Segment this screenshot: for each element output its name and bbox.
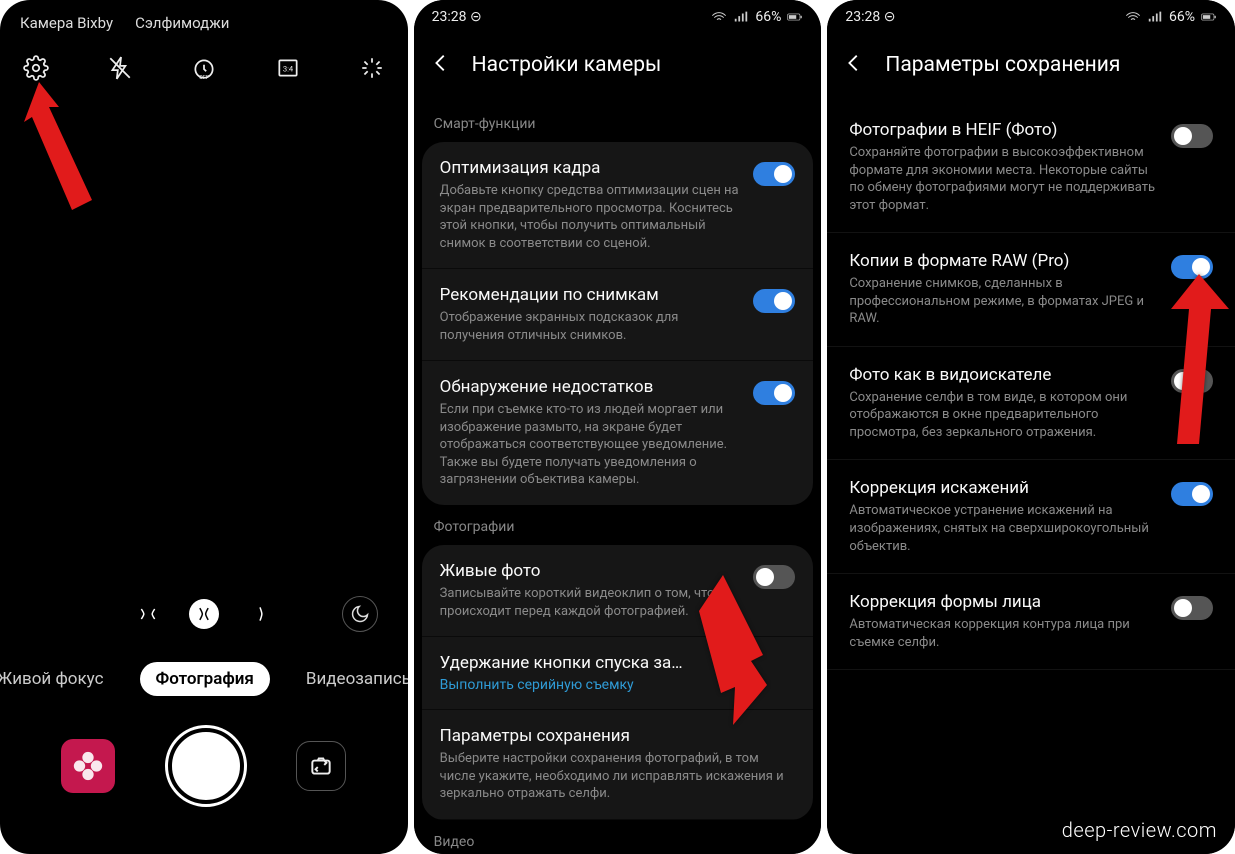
setting-save-options[interactable]: Параметры сохранения Выберите настройки … <box>422 710 814 820</box>
setting-face-shape-correction[interactable]: Коррекция формы лица Автоматическая корр… <box>827 574 1235 670</box>
battery-icon <box>787 10 803 24</box>
toggle-distortion[interactable] <box>1171 482 1213 506</box>
toggle-flaw-detection[interactable] <box>753 381 795 405</box>
flash-off-icon[interactable] <box>106 54 134 82</box>
toggle-shot-suggestions[interactable] <box>753 289 795 313</box>
mode-video[interactable]: Видеозапись <box>290 662 408 696</box>
page-title: Параметры сохранения <box>885 53 1120 77</box>
toggle-raw[interactable] <box>1171 255 1213 279</box>
camera-settings-screen: 23:28 ⊝ 66% Настройки камеры Смарт-функц… <box>414 0 822 854</box>
toggle-motion-photos[interactable] <box>753 565 795 589</box>
wifi-icon <box>711 10 727 24</box>
night-mode-button[interactable] <box>342 596 378 632</box>
signal-icon <box>733 10 749 24</box>
setting-scene-optimizer[interactable]: Оптимизация кадра Добавьте кнопку средст… <box>422 142 814 269</box>
section-photos: Фотографии <box>414 505 822 545</box>
section-smart-functions: Смарт-функции <box>414 102 822 142</box>
shutter-button[interactable] <box>168 728 244 804</box>
setting-raw-copies[interactable]: Копии в формате RAW (Pro) Сохранение сни… <box>827 233 1235 347</box>
camera-screen: Камера Bixby Сэлфимоджи OFF 3:4 <box>0 0 408 854</box>
gallery-thumbnail[interactable] <box>61 739 115 793</box>
toggle-as-previewed[interactable] <box>1171 369 1213 393</box>
status-bar: 23:28 ⊝ 66% <box>827 0 1235 34</box>
setting-distortion-correction[interactable]: Коррекция искажений Автоматическое устра… <box>827 460 1235 574</box>
setting-hold-shutter[interactable]: Удержание кнопки спуска за… Выполнить се… <box>422 637 814 710</box>
status-time: 23:28 ⊝ <box>432 9 482 25</box>
setting-motion-photos[interactable]: Живые фото Записывайте короткий видеокли… <box>422 545 814 637</box>
setting-heif-photos[interactable]: Фотографии в HEIF (Фото) Сохраняйте фото… <box>827 102 1235 233</box>
tab-selfiemoji[interactable]: Сэлфимоджи <box>135 14 229 32</box>
zoom-ultrawide-button[interactable] <box>133 599 163 629</box>
section-video: Видео <box>414 820 822 854</box>
battery-text: 66% <box>1169 9 1195 25</box>
battery-icon <box>1201 10 1217 24</box>
setting-flaw-detection[interactable]: Обнаружение недостатков Если при съемке … <box>422 361 814 505</box>
toggle-heif[interactable] <box>1171 124 1213 148</box>
zoom-wide-button[interactable] <box>189 599 219 629</box>
back-button[interactable] <box>843 52 865 78</box>
page-title: Настройки камеры <box>472 53 662 77</box>
status-time: 23:28 ⊝ <box>845 9 895 25</box>
tab-camera-bixby[interactable]: Камера Bixby <box>20 14 113 32</box>
setting-as-previewed[interactable]: Фото как в видоискателе Сохранение селфи… <box>827 347 1235 461</box>
mode-photo[interactable]: Фотография <box>140 662 270 696</box>
timer-off-icon[interactable]: OFF <box>190 54 218 82</box>
back-button[interactable] <box>430 52 452 78</box>
zoom-tele-button[interactable] <box>245 599 275 629</box>
toggle-scene-optimizer[interactable] <box>753 162 795 186</box>
battery-text: 66% <box>755 9 781 25</box>
red-arrow-annotation <box>24 82 114 226</box>
settings-gear-icon[interactable] <box>22 54 50 82</box>
save-options-screen: 23:28 ⊝ 66% Параметры сохранения Фотогра… <box>827 0 1235 854</box>
toggle-face-shape[interactable] <box>1171 596 1213 620</box>
setting-shot-suggestions[interactable]: Рекомендации по снимкам Отображение экра… <box>422 269 814 361</box>
svg-text:OFF: OFF <box>199 75 209 81</box>
aspect-ratio-icon[interactable]: 3:4 <box>274 54 302 82</box>
switch-camera-button[interactable] <box>296 741 346 791</box>
wifi-icon <box>1125 10 1141 24</box>
filters-icon[interactable] <box>358 54 386 82</box>
svg-text:3:4: 3:4 <box>283 64 294 73</box>
signal-icon <box>1147 10 1163 24</box>
mode-live-focus[interactable]: Живой фокус <box>0 662 120 696</box>
status-bar: 23:28 ⊝ 66% <box>414 0 822 34</box>
watermark: deep-review.com <box>1062 818 1217 842</box>
